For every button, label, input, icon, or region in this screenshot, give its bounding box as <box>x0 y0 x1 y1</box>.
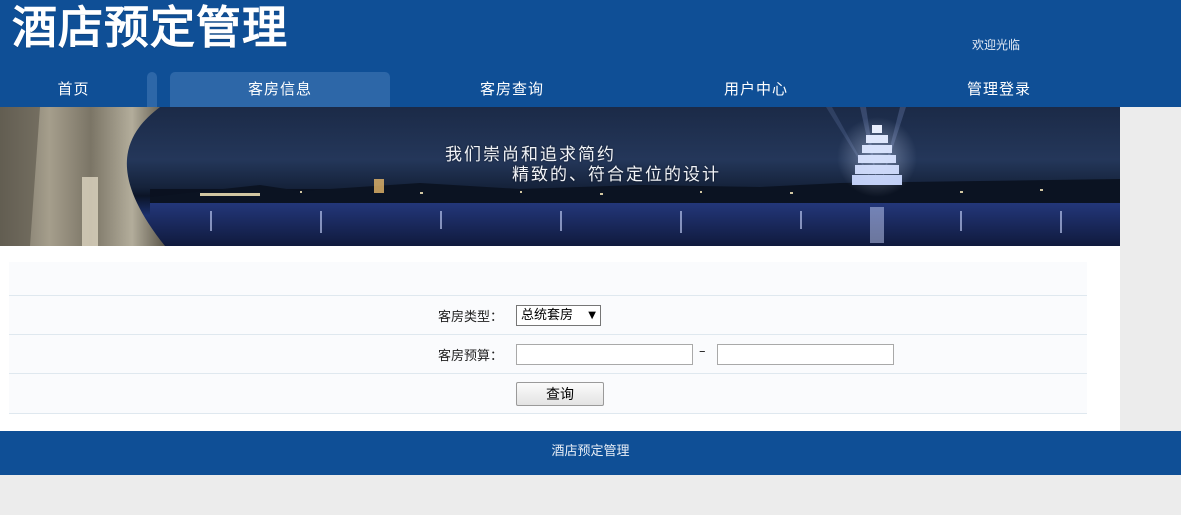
nav-item-home[interactable]: 首页 <box>0 72 147 107</box>
nav-item-user-center[interactable]: 用户中心 <box>645 72 867 107</box>
dropdown-arrow-icon: ▼ <box>588 310 596 321</box>
pagoda-shape <box>837 117 917 197</box>
nav-tab-decoration <box>147 72 157 107</box>
footer-text: 酒店预定管理 <box>551 444 630 459</box>
site-title: 酒店预定管理 <box>12 1 289 54</box>
budget-row: 客房预算： – <box>9 334 1087 373</box>
budget-range-separator: – <box>699 344 706 359</box>
banner-image: 我们崇尚和追求简约 精致的、符合定位的设计 <box>0 107 1120 246</box>
nav-item-room-search[interactable]: 客房查询 <box>401 72 623 107</box>
budget-min-input[interactable] <box>516 344 693 365</box>
site-header: 酒店预定管理 欢迎光临 首页 客房信息 客房查询 用户中心 管理登录 <box>0 0 1181 107</box>
query-button[interactable]: 查询 <box>516 382 604 406</box>
nav-item-room-info[interactable]: 客房信息 <box>170 72 390 107</box>
budget-label: 客房预算： <box>437 349 503 364</box>
room-type-selected-value: 总统套房 <box>521 308 574 323</box>
form-header-row <box>9 262 1087 295</box>
curtain-shape <box>0 107 165 246</box>
submit-row: 查询 <box>9 373 1087 414</box>
room-type-select[interactable]: 总统套房 ▼ <box>516 305 601 326</box>
banner-slogan-line-2: 精致的、符合定位的设计 <box>512 165 721 185</box>
search-form: 客房类型： 总统套房 ▼ 客房预算： – 查询 <box>9 262 1087 414</box>
welcome-text: 欢迎光临 <box>972 38 1021 52</box>
room-type-label: 客房类型： <box>437 310 503 325</box>
room-type-row: 客房类型： 总统套房 ▼ <box>9 295 1087 334</box>
site-footer: 酒店预定管理 <box>0 431 1181 475</box>
main-nav: 首页 客房信息 客房查询 用户中心 管理登录 <box>0 72 1181 107</box>
budget-max-input[interactable] <box>717 344 894 365</box>
nav-item-admin-login[interactable]: 管理登录 <box>888 72 1110 107</box>
